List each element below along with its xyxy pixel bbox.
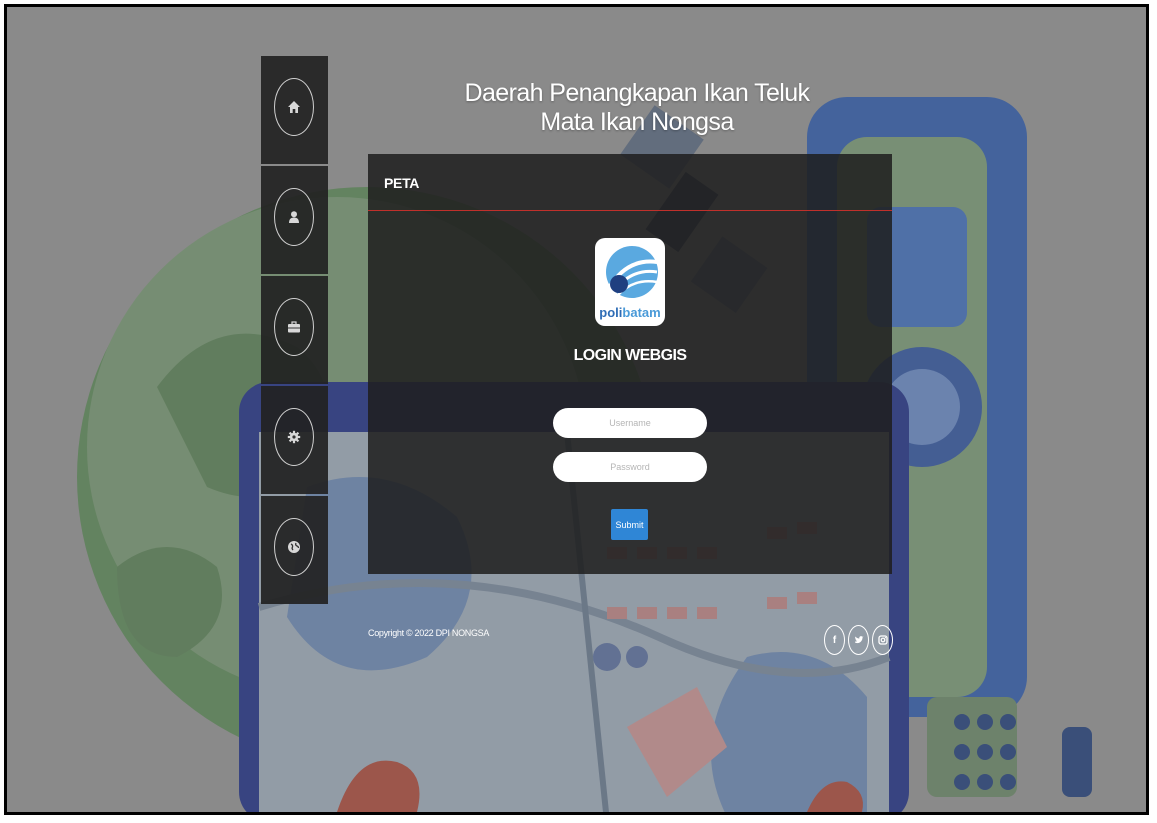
facebook-icon[interactable]: f: [824, 625, 845, 655]
browser-viewport: Daerah Penangkapan Ikan Teluk Mata Ikan …: [4, 4, 1149, 815]
sidebar-item-settings[interactable]: [261, 386, 328, 494]
username-input[interactable]: [553, 408, 707, 438]
social-links: f: [824, 625, 893, 655]
home-icon[interactable]: [274, 78, 314, 136]
twitter-icon[interactable]: [848, 625, 869, 655]
submit-button[interactable]: Submit: [611, 509, 648, 540]
user-icon[interactable]: [274, 188, 314, 246]
footer-copyright: Copyright © 2022 DPI NONGSA: [368, 628, 490, 638]
instagram-icon[interactable]: [872, 625, 893, 655]
gear-icon[interactable]: [274, 408, 314, 466]
panel-header: PETA: [368, 154, 892, 211]
login-title: LOGIN WEBGIS: [573, 347, 687, 364]
sidebar-item-home[interactable]: [261, 56, 328, 164]
logo-text: polibatam: [599, 305, 661, 320]
globe-icon[interactable]: [274, 518, 314, 576]
polibatam-logo: polibatam: [595, 238, 665, 326]
sidebar-item-user[interactable]: [261, 166, 328, 274]
sidebar-item-globe[interactable]: [261, 496, 328, 604]
page-title: Daerah Penangkapan Ikan Teluk Mata Ikan …: [464, 79, 811, 136]
password-input[interactable]: [553, 452, 707, 482]
side-navigation: [261, 56, 328, 606]
briefcase-icon[interactable]: [274, 298, 314, 356]
sidebar-item-briefcase[interactable]: [261, 276, 328, 384]
login-panel: PETA polibatam LOGIN WEBGIS Submit: [368, 154, 892, 574]
